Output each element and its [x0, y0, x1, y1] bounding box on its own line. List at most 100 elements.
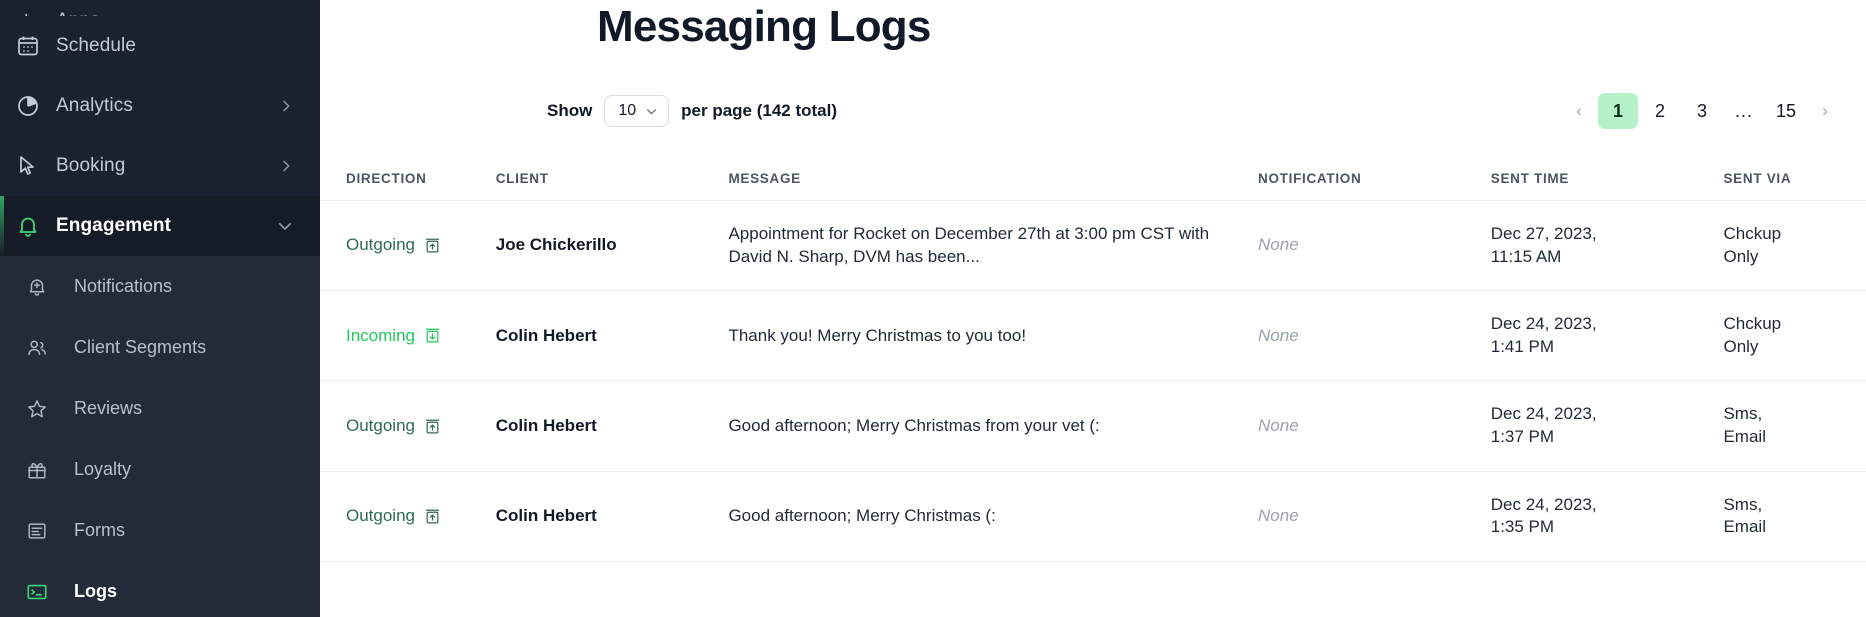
table-row[interactable]: Incoming Colin Hebert Thank you! Merry C…	[320, 290, 1866, 382]
table-row[interactable]: Outgoing	[320, 471, 1866, 562]
star-icon	[0, 398, 74, 420]
sidebar-item-client-segments-label: Client Segments	[74, 337, 207, 357]
sidebar-item-loyalty[interactable]: Loyalty	[0, 439, 320, 500]
message-text: Good afternoon; Merry Christmas from you…	[728, 415, 1100, 435]
cell-client: Colin Hebert	[495, 471, 729, 562]
sidebar-item-partial-top[interactable]: Apps	[0, 0, 320, 16]
bell-plus-icon	[0, 276, 74, 298]
sidebar-item-forms-label: Forms	[74, 520, 125, 540]
direction-badge-outgoing: Outgoing	[346, 415, 441, 438]
gift-icon	[0, 459, 74, 481]
package-up-icon	[424, 237, 441, 254]
cell-client: Colin Hebert	[495, 290, 729, 382]
package-up-icon	[424, 418, 441, 435]
pagination-page-2[interactable]: 2	[1640, 93, 1680, 129]
cell-message: Good afternoon; Merry Christmas (:	[728, 471, 1259, 562]
pagination: ‹ 1 2 3 ... 15 ›	[1562, 93, 1842, 129]
form-icon	[0, 520, 74, 542]
sidebar-item-logs[interactable]: Logs	[0, 561, 320, 617]
cell-direction: Outgoing	[320, 200, 496, 292]
sidebar-item-client-segments[interactable]: Client Segments	[0, 317, 320, 378]
calendar-icon	[0, 34, 56, 58]
sidebar-subnav-engagement: Notifications Client Segments Reviews Lo…	[0, 256, 320, 617]
sidebar-item-reviews[interactable]: Reviews	[0, 378, 320, 439]
table-header-row: DIRECTION CLIENT MESSAGE NOTIFICATION SE…	[320, 155, 1866, 201]
cell-sent-via: Sms, Email	[1723, 380, 1866, 472]
per-page-control: Show 10 per page (142 total)	[547, 95, 837, 127]
direction-label: Outgoing	[346, 505, 415, 525]
pagination-page-15[interactable]: 15	[1766, 93, 1806, 129]
show-label: Show	[547, 101, 593, 120]
client-name: Colin Hebert	[495, 505, 597, 525]
cell-notification: None	[1258, 200, 1491, 292]
sidebar-item-reviews-label: Reviews	[74, 398, 143, 418]
table-header: DIRECTION CLIENT MESSAGE NOTIFICATION SE…	[320, 155, 1866, 201]
direction-label: Incoming	[346, 325, 415, 345]
sent-via-value: Chckup Only	[1723, 224, 1782, 266]
sent-time-value: Dec 24, 2023, 1:35 PM	[1490, 494, 1597, 537]
direction-badge-outgoing: Outgoing	[346, 234, 441, 257]
per-page-select[interactable]: 10	[604, 95, 670, 127]
column-header-sent-time[interactable]: SENT TIME	[1490, 155, 1724, 201]
cell-notification: None	[1258, 471, 1491, 562]
cell-message: Good afternoon; Merry Christmas from you…	[728, 380, 1259, 472]
messaging-logs-table: DIRECTION CLIENT MESSAGE NOTIFICATION SE…	[320, 155, 1866, 562]
cell-sent-time: Dec 24, 2023, 1:41 PM	[1490, 290, 1724, 382]
users-icon	[0, 337, 74, 359]
notification-value: None	[1258, 325, 1299, 345]
chevron-right-icon	[278, 158, 294, 174]
column-header-message[interactable]: MESSAGE	[728, 155, 1259, 201]
cell-sent-via: Chckup Only	[1723, 200, 1866, 292]
client-name: Colin Hebert	[495, 325, 597, 345]
table-row[interactable]: Outgoing	[320, 380, 1866, 472]
direction-badge-outgoing: Outgoing	[346, 505, 441, 528]
sidebar-item-notifications[interactable]: Notifications	[0, 256, 320, 317]
pagination-prev-button[interactable]: ‹	[1562, 93, 1596, 129]
sidebar-item-logs-label: Logs	[74, 581, 117, 601]
sent-time-value: Dec 27, 2023, 11:15 AM	[1490, 224, 1597, 266]
per-page-value: 10	[618, 102, 637, 119]
sidebar-item-booking-label: Booking	[56, 155, 126, 176]
column-header-client[interactable]: CLIENT	[495, 155, 729, 201]
page-title: Messaging Logs	[597, 2, 931, 51]
sent-via-value: Sms, Email	[1723, 494, 1766, 537]
direction-badge-incoming: Incoming	[346, 325, 441, 348]
pagination-page-3[interactable]: 3	[1682, 93, 1722, 129]
message-text: Good afternoon; Merry Christmas (:	[728, 505, 996, 525]
notification-value: None	[1258, 505, 1299, 525]
client-name: Joe Chickerillo	[495, 235, 617, 255]
per-page-suffix: per page (142 total)	[681, 101, 838, 120]
pagination-page-1[interactable]: 1	[1597, 93, 1638, 129]
column-header-sent-via[interactable]: SENT VIA	[1723, 155, 1866, 201]
chevron-right-icon	[278, 98, 294, 114]
table-row[interactable]: Outgoing	[320, 200, 1866, 292]
messaging-logs-table-container: DIRECTION CLIENT MESSAGE NOTIFICATION SE…	[320, 155, 1866, 617]
sidebar-item-booking[interactable]: Booking	[0, 136, 320, 196]
cell-message: Appointment for Rocket on December 27th …	[728, 200, 1259, 292]
package-up-icon	[424, 508, 441, 525]
notification-value: None	[1258, 415, 1299, 435]
cell-client: Colin Hebert	[495, 380, 729, 472]
direction-label: Outgoing	[346, 235, 415, 255]
sent-time-value: Dec 24, 2023, 1:41 PM	[1490, 314, 1597, 356]
message-text: Thank you! Merry Christmas to you too!	[728, 325, 1027, 345]
column-header-direction[interactable]: DIRECTION	[320, 155, 496, 201]
sent-via-value: Sms, Email	[1723, 404, 1766, 447]
bell-icon	[0, 214, 56, 238]
cell-sent-time: Dec 27, 2023, 11:15 AM	[1490, 200, 1724, 292]
client-name: Colin Hebert	[495, 415, 597, 435]
sidebar-item-forms[interactable]: Forms	[0, 500, 320, 561]
chevron-down-icon	[645, 105, 658, 118]
sidebar-item-engagement[interactable]: Engagement	[0, 196, 320, 256]
sidebar-item-schedule[interactable]: Schedule	[0, 16, 320, 76]
sidebar-item-analytics[interactable]: Analytics	[0, 76, 320, 136]
message-text: Appointment for Rocket on December 27th …	[728, 224, 1210, 266]
sidebar-item-loyalty-label: Loyalty	[74, 459, 132, 479]
table-body: Outgoing Joe Chickerillo Appointment for…	[320, 200, 1866, 562]
column-header-notification[interactable]: NOTIFICATION	[1258, 155, 1491, 201]
app-root: Apps Schedule	[0, 0, 1866, 617]
pie-chart-icon	[0, 94, 56, 118]
package-down-icon	[424, 327, 441, 344]
pagination-next-button[interactable]: ›	[1808, 93, 1842, 129]
cursor-icon	[0, 154, 56, 178]
